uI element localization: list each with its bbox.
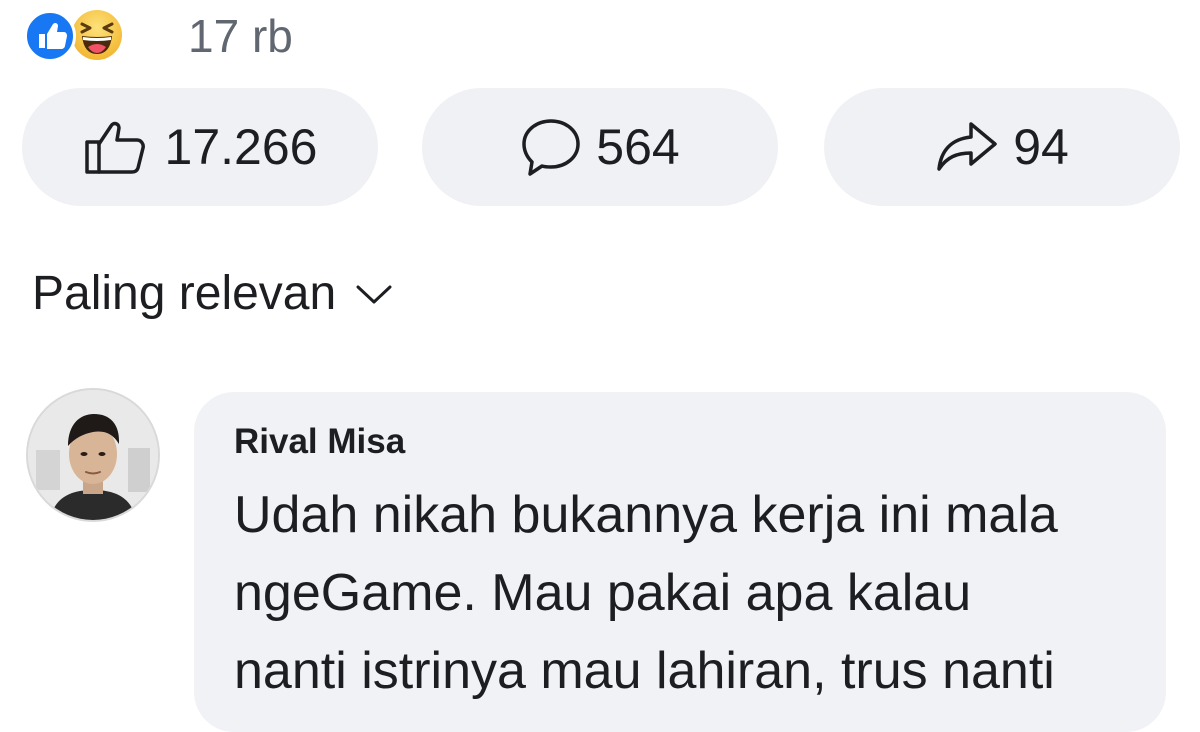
reaction-summary[interactable]: 17 rb	[24, 6, 293, 64]
like-count: 17.266	[164, 119, 318, 175]
share-arrow-icon	[935, 120, 999, 174]
comment-bubble: Rival Misa Udah nikah bukannya kerja ini…	[194, 392, 1166, 732]
commenter-avatar[interactable]	[26, 388, 160, 522]
comment-text-line: Udah nikah bukannya kerja ini mala	[234, 486, 1058, 544]
sort-label: Paling relevan	[32, 267, 337, 320]
like-reaction-icon	[24, 10, 76, 62]
chevron-down-icon	[354, 282, 394, 306]
comment-count: 564	[596, 119, 680, 175]
share-count: 94	[1013, 119, 1069, 175]
share-button[interactable]: 94	[824, 88, 1180, 206]
comment-bubble-icon	[520, 117, 582, 177]
thumbs-up-icon	[83, 118, 151, 176]
reaction-count: 17 rb	[188, 10, 293, 62]
comment-author-name[interactable]: Rival Misa	[234, 420, 405, 464]
comment-text-line: nanti istrinya mau lahiran, trus nanti	[234, 642, 1055, 700]
comment-sort-dropdown[interactable]: Paling relevan	[32, 262, 394, 326]
comment-button[interactable]: 564	[422, 88, 778, 206]
haha-reaction-icon	[68, 6, 126, 64]
comment-text-line: ngeGame. Mau pakai apa kalau	[234, 564, 972, 622]
like-button[interactable]: 17.266	[22, 88, 378, 206]
reaction-icons	[24, 6, 152, 64]
